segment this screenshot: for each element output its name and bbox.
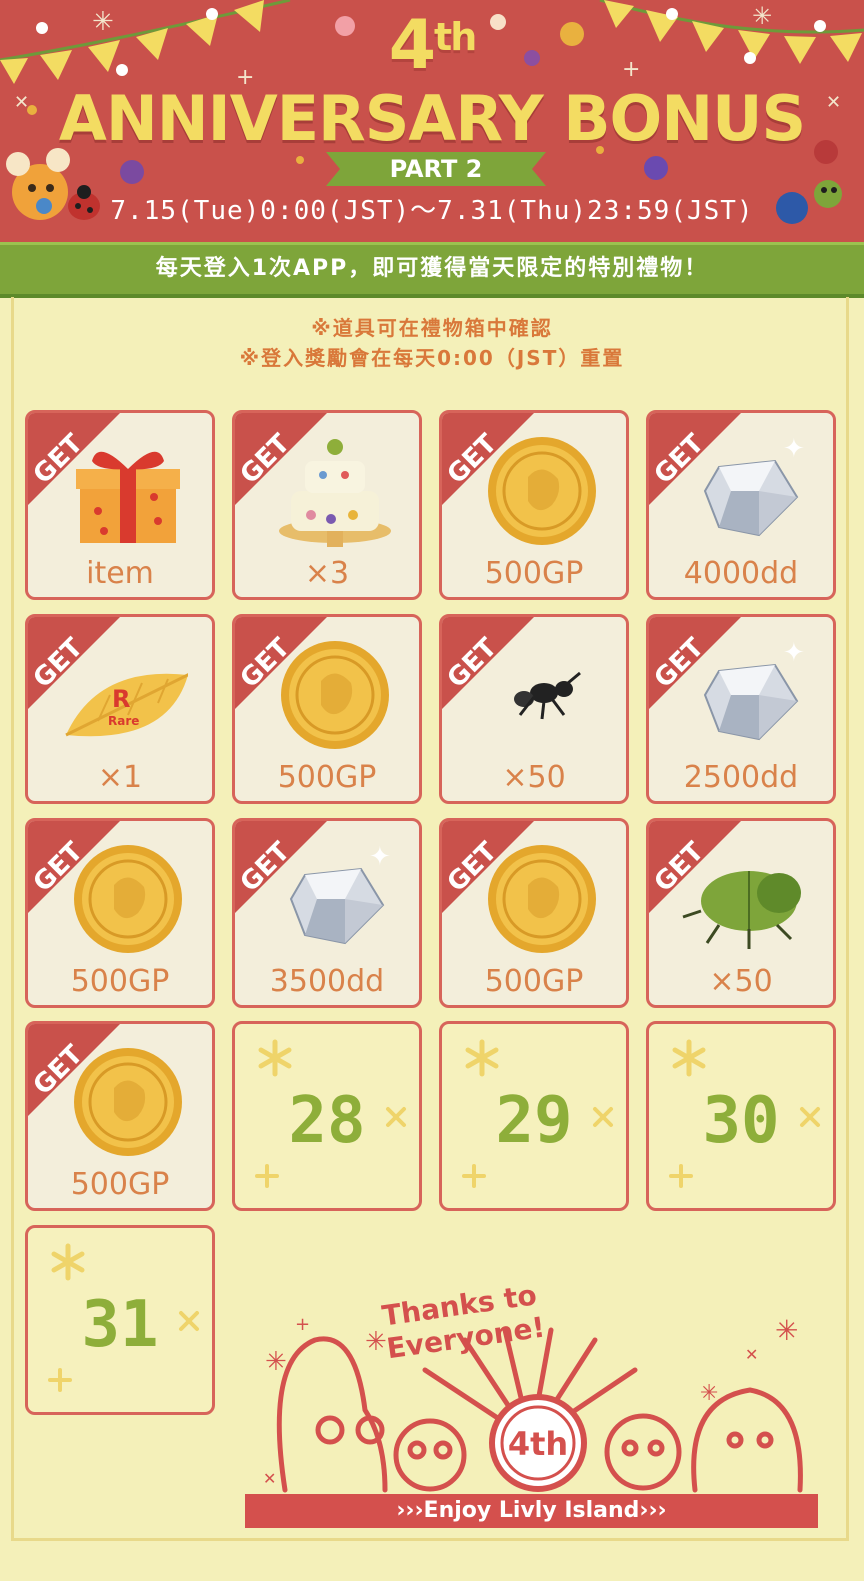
instruction-banner: 每天登入1次APP，即可獲得當天限定的特別禮物！ xyxy=(0,236,864,300)
reward-label: 500GP xyxy=(484,556,584,591)
sparkle-icon xyxy=(672,1039,706,1077)
get-claimed-tag: GET xyxy=(649,413,741,505)
page-title: ANNIVERSARY BONUS xyxy=(58,82,806,155)
reward-label: 500GP xyxy=(484,964,584,999)
get-claimed-tag: GET xyxy=(442,617,534,709)
plus-icon xyxy=(48,1368,72,1392)
svg-text:✦: ✦ xyxy=(783,434,805,464)
reward-day-tile[interactable]: R Rare ×1 GET xyxy=(25,614,215,804)
reward-label: 3500dd xyxy=(269,964,385,999)
plus-icon xyxy=(255,1164,279,1188)
anniversary-badge: 4th xyxy=(508,1425,568,1463)
reward-day-tile[interactable]: 500GP GET xyxy=(25,1021,215,1211)
sparkle-icon xyxy=(258,1039,292,1077)
note-reset-time: ※登入獎勵會在每天0:00（JST）重置 xyxy=(239,346,625,370)
note-item-location: ※道具可在禮物箱中確認 xyxy=(311,316,553,340)
header-banner: ✕ ✕ ✳ ✳ + + 4th ANNIVERSARY BONUS PART 2… xyxy=(0,0,864,246)
anniversary-number: 4th xyxy=(0,6,864,85)
upcoming-day-tile[interactable]: 31 xyxy=(25,1225,215,1415)
reward-day-tile[interactable]: ✦ 2500dd GET xyxy=(646,614,836,804)
reward-day-tile[interactable]: 500GP GET xyxy=(232,614,422,804)
sparkle-icon xyxy=(51,1243,85,1281)
svg-text:✕: ✕ xyxy=(263,1469,276,1488)
get-claimed-tag: GET xyxy=(235,821,327,913)
plus-icon xyxy=(462,1164,486,1188)
anniversary-number-suffix: th xyxy=(434,15,477,59)
day-number: 31 xyxy=(81,1288,159,1362)
reward-day-tile[interactable]: ✦ 3500dd GET xyxy=(232,818,422,1008)
event-date-range: 7.15(Tue)0:00(JST)〜7.31(Thu)23:59(JST) xyxy=(110,196,754,226)
get-claimed-tag: GET xyxy=(649,821,741,913)
svg-text:+: + xyxy=(295,1314,310,1335)
get-claimed-tag: GET xyxy=(28,821,120,913)
get-claimed-tag: GET xyxy=(442,413,534,505)
get-claimed-tag: GET xyxy=(649,617,741,709)
svg-text:✦: ✦ xyxy=(369,842,391,872)
get-claimed-tag: GET xyxy=(235,413,327,505)
upcoming-day-tile[interactable]: 28 xyxy=(232,1021,422,1211)
reward-label: ×1 xyxy=(97,760,143,795)
reward-label: item xyxy=(86,556,154,591)
enjoy-banner-text: ›››Enjoy Livly Island››› xyxy=(396,1498,667,1523)
reward-day-tile[interactable]: 500GP GET xyxy=(25,818,215,1008)
day-number: 29 xyxy=(495,1084,573,1158)
enjoy-banner: ›››Enjoy Livly Island››› xyxy=(245,1494,818,1528)
part-label: PART 2 xyxy=(389,155,483,183)
instruction-text: 每天登入1次APP，即可獲得當天限定的特別禮物！ xyxy=(155,256,709,281)
plus-icon xyxy=(669,1164,693,1188)
reward-day-tile[interactable]: ×50 GET xyxy=(646,818,836,1008)
reward-label: 2500dd xyxy=(683,760,799,795)
day-number: 28 xyxy=(288,1084,366,1158)
reward-label: ×50 xyxy=(709,964,773,999)
upcoming-day-tile[interactable]: 29 xyxy=(439,1021,629,1211)
svg-text:✳: ✳ xyxy=(775,1314,798,1347)
get-claimed-tag: GET xyxy=(235,617,327,709)
reward-label: 500GP xyxy=(70,1167,170,1202)
reward-label: 500GP xyxy=(277,760,377,795)
reward-day-tile[interactable]: 500GP GET xyxy=(439,410,629,600)
sparkle-icon xyxy=(465,1039,499,1077)
svg-text:✦: ✦ xyxy=(783,638,805,668)
reward-label: ×3 xyxy=(304,556,350,591)
reward-label: 4000dd xyxy=(683,556,799,591)
reward-label: 500GP xyxy=(70,964,170,999)
day-number: 30 xyxy=(702,1084,780,1158)
reward-day-tile[interactable]: ×50 GET xyxy=(439,614,629,804)
get-claimed-tag: GET xyxy=(28,1024,120,1116)
get-claimed-tag: GET xyxy=(442,821,534,913)
reward-day-tile[interactable]: 500GP GET xyxy=(439,818,629,1008)
anniversary-number-value: 4 xyxy=(388,6,436,85)
get-claimed-tag: GET xyxy=(28,617,120,709)
svg-text:✳: ✳ xyxy=(265,1347,287,1377)
reward-day-tile[interactable]: ×3 GET xyxy=(232,410,422,600)
part-ribbon: PART 2 xyxy=(326,152,546,186)
svg-text:✳: ✳ xyxy=(700,1381,718,1406)
svg-text:✕: ✕ xyxy=(745,1345,758,1364)
reward-day-tile[interactable]: item GET xyxy=(25,410,215,600)
get-claimed-tag: GET xyxy=(28,413,120,505)
reward-day-tile[interactable]: ✦ 4000dd GET xyxy=(646,410,836,600)
upcoming-day-tile[interactable]: 30 xyxy=(646,1021,836,1211)
reward-label: ×50 xyxy=(502,760,566,795)
